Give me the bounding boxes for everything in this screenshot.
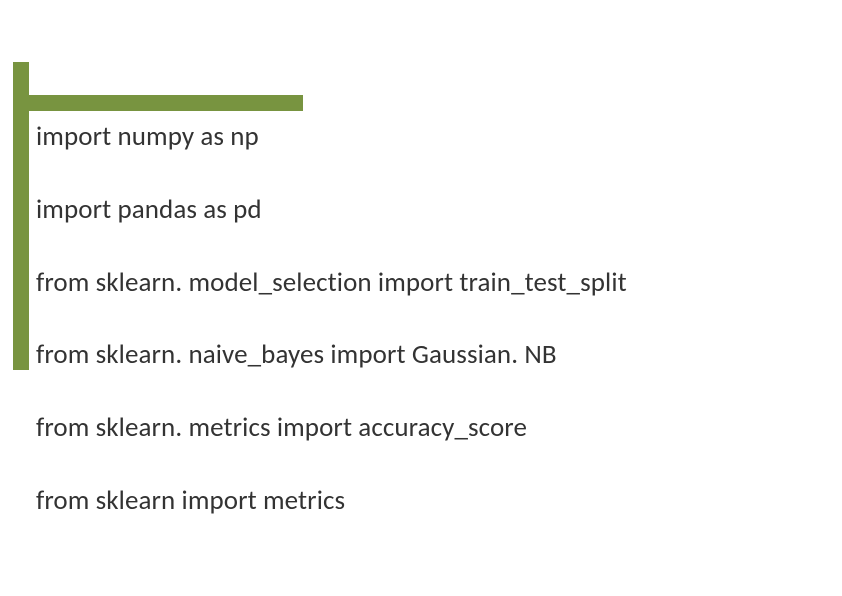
code-line: from sklearn. metrics import accuracy_sc…: [36, 411, 822, 445]
code-line: import numpy as np: [36, 120, 822, 154]
accent-bar-horizontal: [13, 95, 303, 111]
code-line: from sklearn import metrics: [36, 484, 822, 518]
code-block: import numpy as np import pandas as pd f…: [36, 120, 822, 557]
code-line: from sklearn. naive_bayes import Gaussia…: [36, 338, 822, 372]
code-line: from sklearn. model_selection import tra…: [36, 266, 822, 300]
slide: import numpy as np import pandas as pd f…: [0, 0, 842, 596]
code-line: import pandas as pd: [36, 193, 822, 227]
